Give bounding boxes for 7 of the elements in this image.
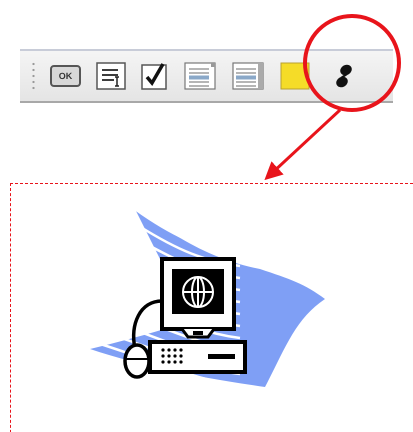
toolbar-grip[interactable] bbox=[32, 61, 35, 91]
scroll-list-icon[interactable] bbox=[232, 62, 265, 90]
checkbox-icon[interactable] bbox=[141, 62, 169, 90]
ok-button-icon[interactable]: OK bbox=[50, 65, 81, 87]
text-field-icon[interactable] bbox=[96, 62, 126, 90]
list-box-icon[interactable] bbox=[184, 62, 217, 90]
frame-icon[interactable] bbox=[280, 62, 310, 90]
